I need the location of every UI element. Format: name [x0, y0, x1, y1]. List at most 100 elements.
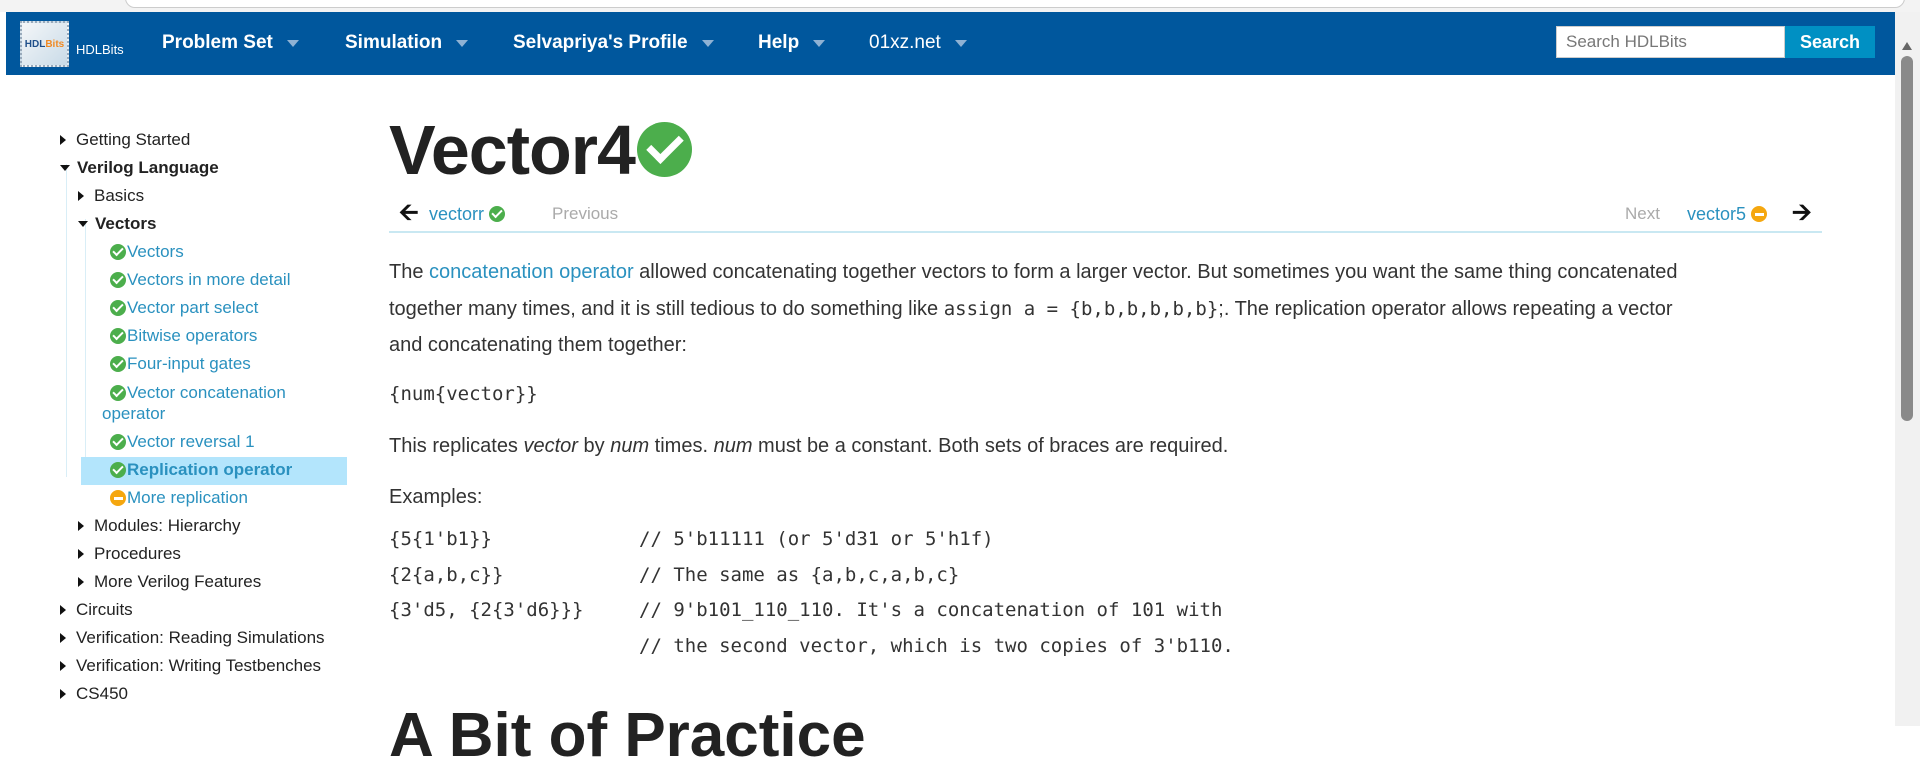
- caret-right-icon: [78, 549, 84, 559]
- sidebar-item-label: Procedures: [94, 544, 181, 563]
- syntax-code: {num{vector}}: [389, 383, 538, 405]
- prev-problem-link[interactable]: vectorr: [429, 202, 506, 226]
- sidebar-item-label: Verification: Writing Testbenches: [76, 656, 322, 675]
- concatenation-operator-link[interactable]: concatenation operator: [429, 261, 634, 283]
- caret-right-icon: [60, 605, 66, 615]
- arrow-left-icon[interactable]: 🡨: [399, 200, 419, 226]
- check-circle-icon: [110, 272, 126, 288]
- sidebar-item-label: Basics: [94, 186, 145, 205]
- menu-label: Help: [758, 32, 800, 53]
- intro-paragraph: The concatenation operator allowed conca…: [389, 254, 1678, 364]
- page-title: Vector4: [389, 111, 636, 189]
- caret-down-icon: [954, 39, 967, 47]
- prev-problem-name[interactable]: vectorr: [429, 202, 484, 226]
- example-line: {2{a,b,c}} // The same as {a,b,c,a,b,c}: [389, 564, 959, 586]
- caret-down-icon: [701, 39, 714, 47]
- sidebar-item-writing-testbenches[interactable]: Verification: Writing Testbenches: [60, 654, 321, 678]
- sidebar-item-vector-reversal[interactable]: Vector reversal 1: [110, 430, 255, 454]
- sidebar-item-label: operator: [102, 404, 166, 423]
- sidebar-item-modules-hierarchy[interactable]: Modules: Hierarchy: [78, 514, 240, 538]
- menu-simulation[interactable]: Simulation: [345, 32, 469, 54]
- check-circle-icon: [637, 122, 692, 177]
- caret-right-icon: [60, 661, 66, 671]
- example-comment: // the second vector, which is two copie…: [639, 635, 1234, 657]
- hdlbits-logo[interactable]: HDL Bits: [20, 21, 69, 67]
- caret-right-icon: [60, 689, 66, 699]
- example-code: {3'd5, {2{3'd6}}}: [389, 599, 584, 621]
- sidebar-item-label: Verilog Language: [77, 158, 219, 177]
- examples-label: Examples:: [389, 486, 483, 508]
- sidebar-item-label: Vectors: [127, 242, 184, 261]
- caret-right-icon: [78, 191, 84, 201]
- example-comment: // The same as {a,b,c,a,b,c}: [639, 564, 960, 586]
- check-circle-icon: [110, 356, 126, 372]
- page-scrollbar[interactable]: [1895, 12, 1920, 726]
- example-line: {5{1'b1}} // 5'b11111 (or 5'd31 or 5'h1f): [389, 528, 994, 550]
- text: This replicates: [389, 435, 524, 457]
- sidebar-item-label: Vector part select: [127, 298, 259, 317]
- sidebar-item-getting-started[interactable]: Getting Started: [60, 128, 190, 152]
- browser-address-bar[interactable]: [125, 0, 1905, 8]
- sidebar-item-more-verilog-features[interactable]: More Verilog Features: [78, 570, 261, 594]
- sidebar-item-vector-concatenation-cont[interactable]: operator: [102, 402, 165, 426]
- sidebar-item-vectors-more-detail[interactable]: Vectors in more detail: [110, 268, 290, 292]
- caret-down-icon: [813, 39, 826, 47]
- caret-right-icon: [78, 577, 84, 587]
- search-button[interactable]: Search: [1785, 26, 1875, 58]
- check-circle-icon: [110, 328, 126, 344]
- brand-name[interactable]: HDLBits: [76, 42, 124, 57]
- caret-down-icon: [78, 221, 88, 227]
- sidebar-item-more-replication[interactable]: More replication: [110, 486, 248, 510]
- scroll-up-arrow-icon[interactable]: [1902, 42, 1912, 50]
- menu-label: Selvapriya's Profile: [513, 32, 688, 53]
- sidebar-item-cs450[interactable]: CS450: [60, 682, 128, 706]
- sidebar-item-label: Vector reversal 1: [127, 432, 255, 451]
- sidebar-item-procedures[interactable]: Procedures: [78, 542, 181, 566]
- sidebar-item-reading-simulations[interactable]: Verification: Reading Simulations: [60, 626, 325, 650]
- sidebar-item-label: Replication operator: [127, 460, 293, 479]
- menu-01xz[interactable]: 01xz.net: [869, 32, 967, 54]
- previous-label: Previous: [552, 204, 619, 223]
- menu-label: Simulation: [345, 32, 443, 53]
- replicates-paragraph: This replicates vector by num times. num…: [389, 428, 1228, 465]
- emphasis: num: [713, 435, 753, 457]
- arrow-right-icon[interactable]: 🡪: [1792, 200, 1812, 226]
- sidebar-item-bitwise-operators[interactable]: Bitwise operators: [110, 324, 257, 348]
- tree-guide-line: [85, 219, 86, 473]
- caret-right-icon: [78, 521, 84, 531]
- inline-code: assign a = {b,b,b,b,b,b}: [943, 297, 1219, 320]
- sidebar-item-replication-operator[interactable]: Replication operator: [110, 458, 292, 482]
- sidebar-item-four-input-gates[interactable]: Four-input gates: [110, 352, 251, 376]
- emphasis: num: [610, 435, 650, 457]
- menu-problem-set[interactable]: Problem Set: [162, 32, 299, 54]
- menu-profile[interactable]: Selvapriya's Profile: [513, 32, 714, 54]
- text: and concatenating them together:: [389, 334, 687, 356]
- next-problem-name[interactable]: vector5: [1687, 202, 1746, 226]
- example-code: {5{1'b1}}: [389, 528, 492, 550]
- text: The: [389, 261, 430, 283]
- logo-text: HDL: [24, 38, 46, 50]
- browser-top-strip: [0, 0, 1920, 12]
- next-problem-link[interactable]: vector5: [1687, 202, 1768, 226]
- minus-circle-icon: [1751, 206, 1768, 222]
- logo-text-accent: Bits: [45, 38, 65, 50]
- sidebar-item-circuits[interactable]: Circuits: [60, 598, 133, 622]
- menu-help[interactable]: Help: [758, 32, 826, 54]
- tree-guide-line: [66, 164, 67, 477]
- sidebar-item-label: Circuits: [76, 600, 133, 619]
- sidebar-item-vectors[interactable]: Vectors: [110, 240, 184, 264]
- sidebar-item-basics[interactable]: Basics: [78, 184, 144, 208]
- sidebar-item-vectors-section[interactable]: Vectors: [78, 212, 156, 236]
- sidebar-item-label: Modules: Hierarchy: [94, 516, 241, 535]
- sidebar-item-label: More Verilog Features: [94, 572, 262, 591]
- scrollbar-thumb[interactable]: [1901, 56, 1913, 421]
- caret-down-icon: [60, 165, 70, 171]
- problem-navigation: 🡨 vectorr Previous Next vector5 🡪: [389, 200, 1822, 233]
- text: ;. The replication operator allows repea…: [1218, 297, 1673, 320]
- search-input[interactable]: [1556, 26, 1785, 58]
- caret-down-icon: [286, 39, 299, 47]
- check-circle-icon: [110, 244, 126, 260]
- sidebar-item-verilog-language[interactable]: Verilog Language: [60, 156, 219, 180]
- sidebar-item-vector-part-select[interactable]: Vector part select: [110, 296, 258, 320]
- caret-down-icon: [456, 39, 469, 47]
